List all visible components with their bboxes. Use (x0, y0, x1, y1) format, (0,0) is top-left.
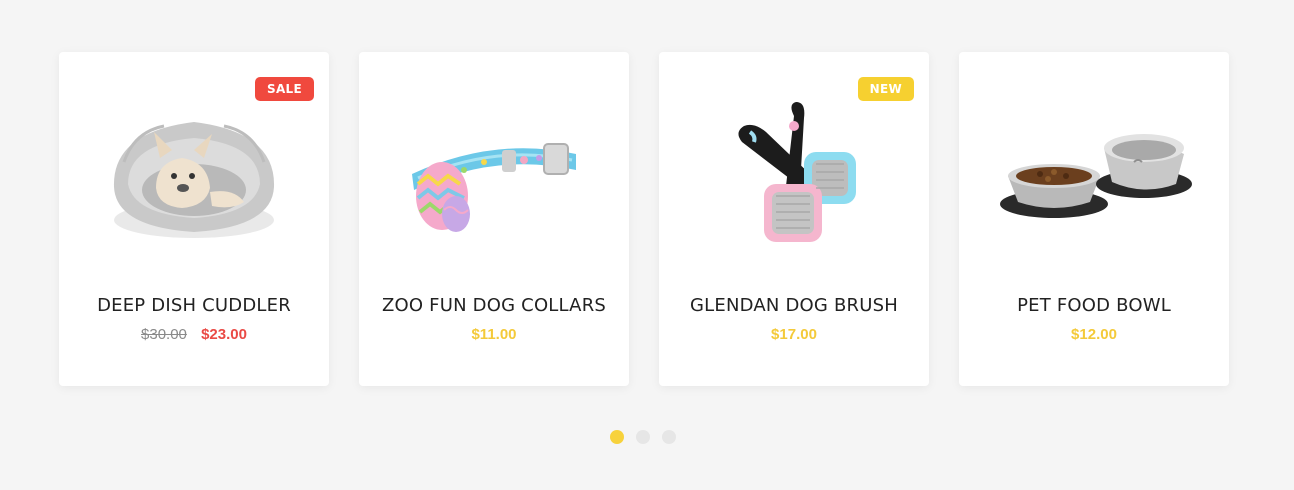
product-card-zoo-fun-dog-collars[interactable]: ZOO FUN DOG COLLARS $11.00 (359, 52, 629, 386)
product-carousel: SALE DEEP DISH CUDDLER $30.00 $23.00 ZOO… (59, 52, 1229, 386)
product-card-glendan-dog-brush[interactable]: NEW GLENDAN DOG BRUSH $17.00 (659, 52, 929, 386)
dog-brush-image[interactable] (694, 92, 894, 252)
product-card-pet-food-bowl[interactable]: PET FOOD BOWL $12.00 (959, 52, 1229, 386)
product-title[interactable]: ZOO FUN DOG COLLARS (359, 295, 629, 316)
carousel-pagination (610, 430, 676, 444)
product-title[interactable]: DEEP DISH CUDDLER (59, 295, 329, 316)
food-bowl-image[interactable] (994, 92, 1194, 252)
price: $12.00 (1071, 326, 1117, 343)
old-price: $30.00 (141, 326, 187, 343)
price: $11.00 (471, 326, 517, 343)
pagination-dot-1[interactable] (610, 430, 624, 444)
price-row: $17.00 (659, 326, 929, 343)
product-title[interactable]: PET FOOD BOWL (959, 295, 1229, 316)
price-row: $12.00 (959, 326, 1229, 343)
price-row: $30.00 $23.00 (59, 326, 329, 343)
dog-bed-image[interactable] (94, 92, 294, 252)
product-title[interactable]: GLENDAN DOG BRUSH (659, 295, 929, 316)
sale-price: $23.00 (201, 326, 247, 343)
dog-collar-image[interactable] (394, 92, 594, 252)
pagination-dot-3[interactable] (662, 430, 676, 444)
price-row: $11.00 (359, 326, 629, 343)
product-card-deep-dish-cuddler[interactable]: SALE DEEP DISH CUDDLER $30.00 $23.00 (59, 52, 329, 386)
price: $17.00 (771, 326, 817, 343)
pagination-dot-2[interactable] (636, 430, 650, 444)
